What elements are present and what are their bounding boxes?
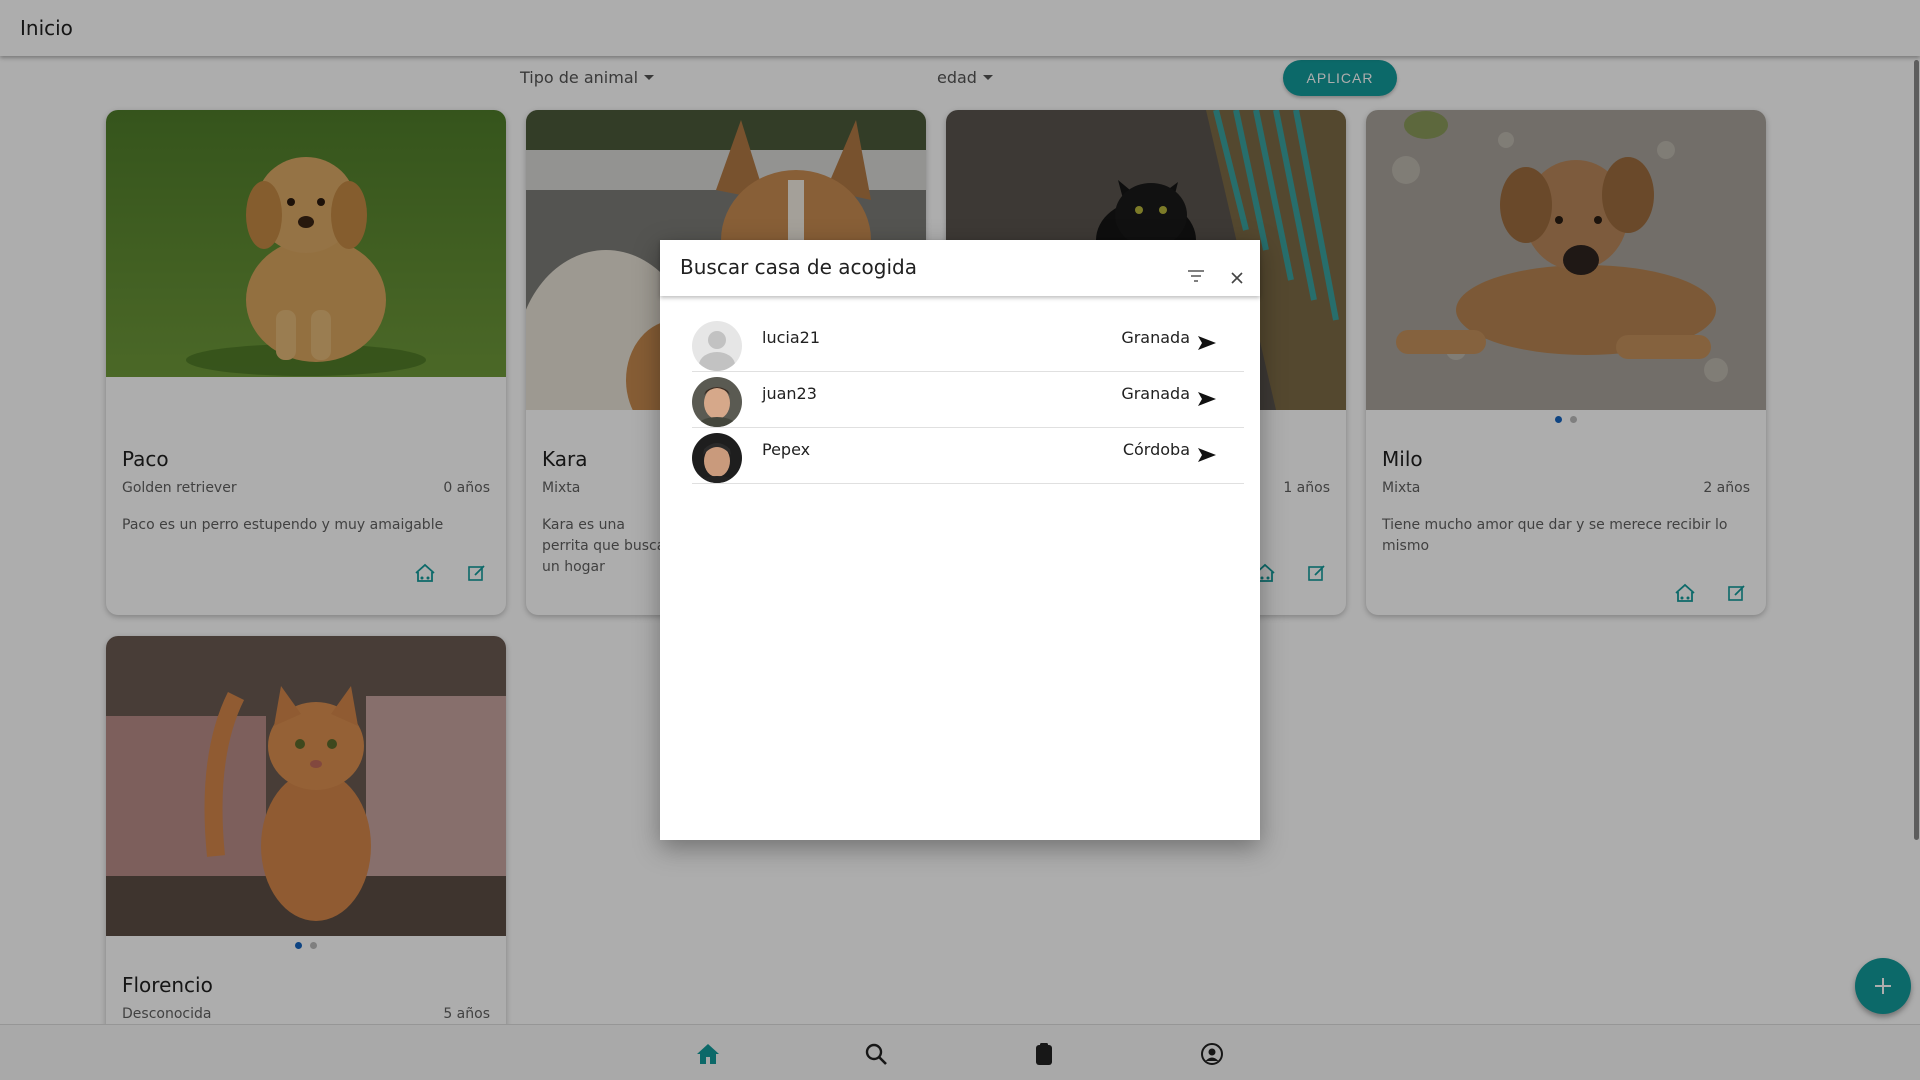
avatar [692,433,742,483]
filter-list-icon[interactable] [1186,268,1206,284]
user-name: Pepex [762,440,811,459]
user-city: Córdoba [1122,440,1190,459]
user-city: Granada [1121,328,1190,347]
foster-user-list: lucia21 Granada juan23 Granada Pepex Cór… [692,316,1244,484]
user-city: Granada [1121,384,1190,403]
dialog-title: Buscar casa de acogida [680,255,917,279]
send-icon[interactable] [1196,388,1218,410]
avatar [692,321,742,371]
send-icon[interactable] [1196,444,1218,466]
dialog-header: Buscar casa de acogida [660,240,1260,296]
user-name: juan23 [762,384,817,403]
user-name: lucia21 [762,328,820,347]
list-item[interactable]: Pepex Córdoba [692,428,1244,484]
foster-search-dialog: Buscar casa de acogida lucia21 Granada j… [660,240,1260,840]
list-item[interactable]: lucia21 Granada [692,316,1244,372]
list-item[interactable]: juan23 Granada [692,372,1244,428]
close-icon[interactable] [1230,270,1244,284]
send-icon[interactable] [1196,332,1218,354]
avatar [692,377,742,427]
